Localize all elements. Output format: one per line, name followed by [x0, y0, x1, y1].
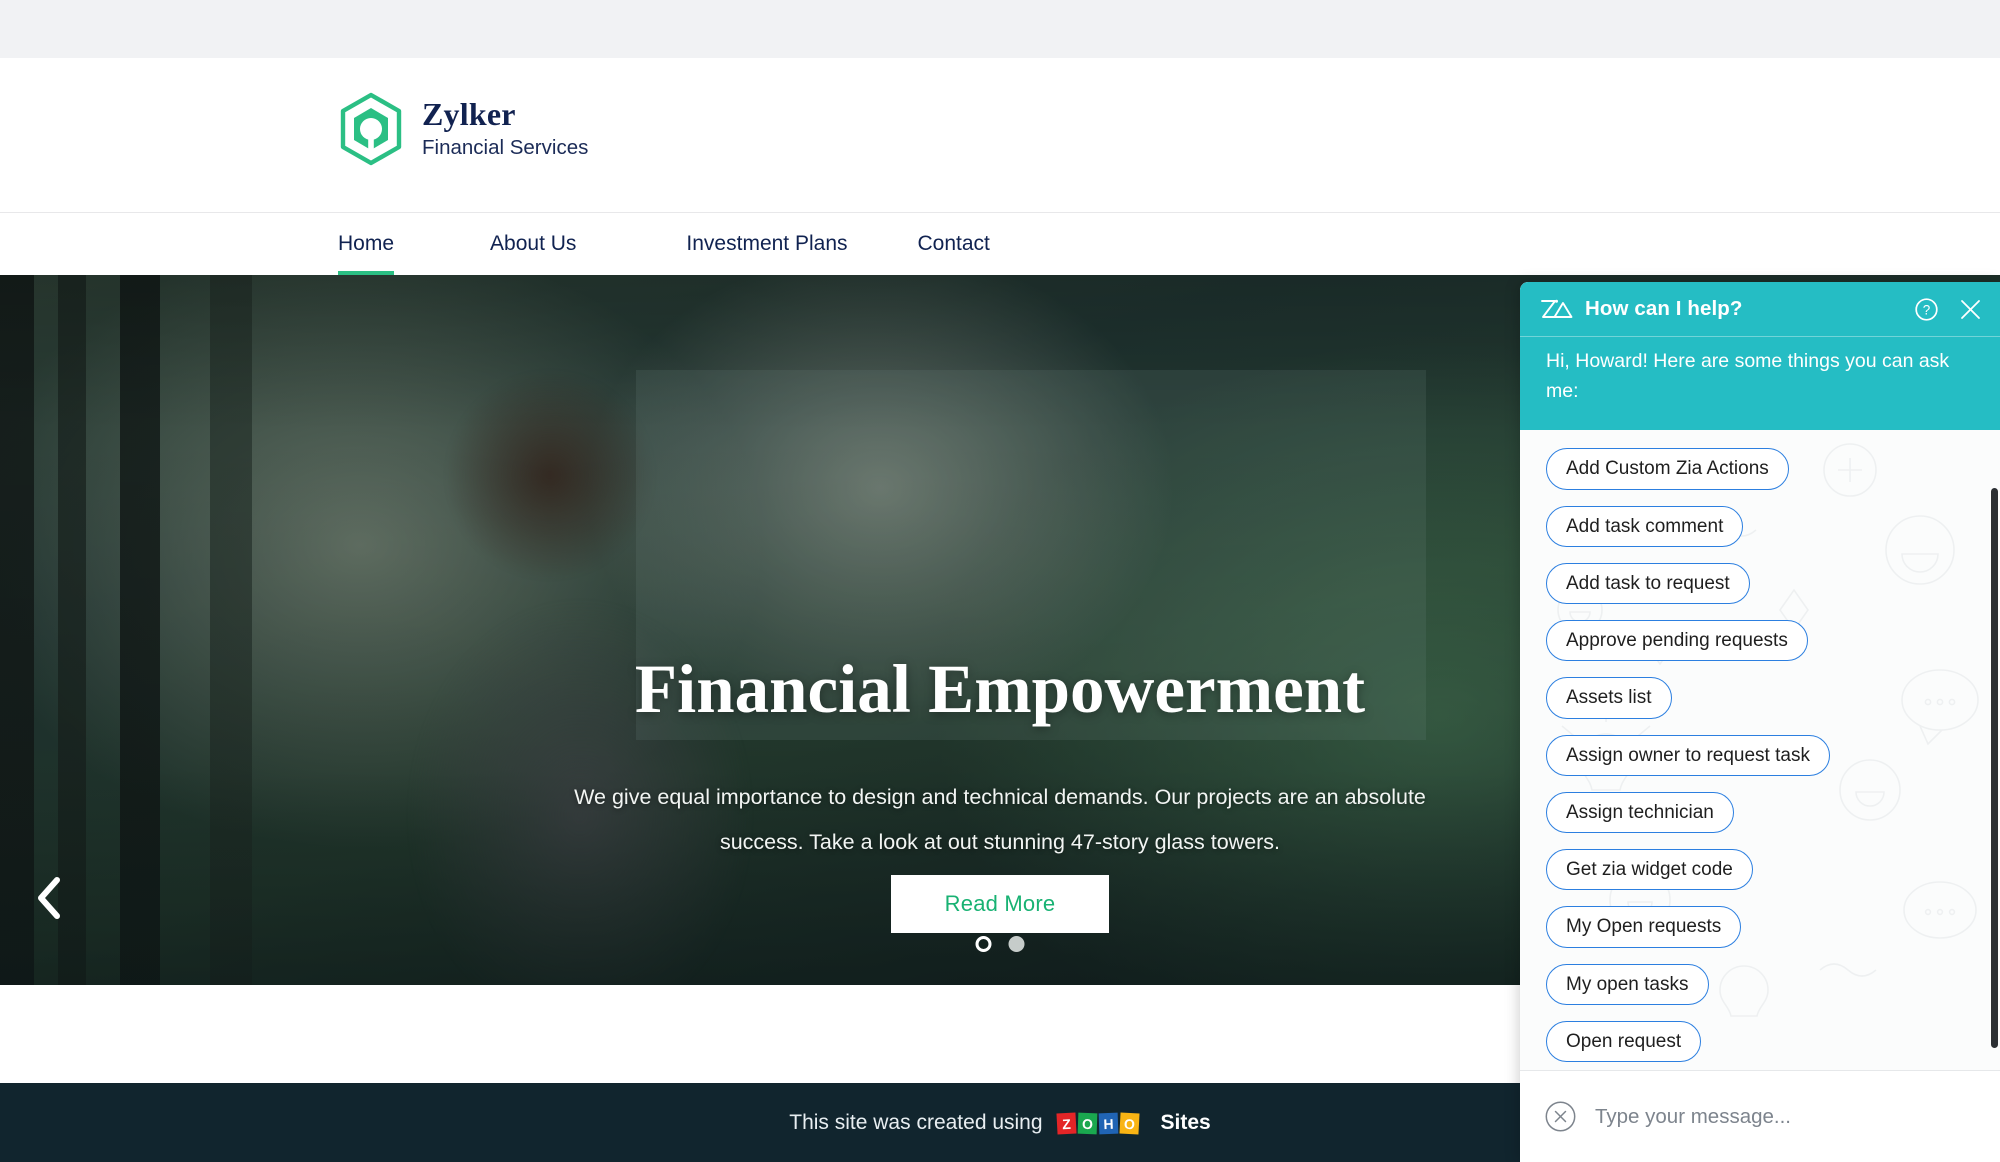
nav-item-about-us[interactable]: About Us [490, 213, 576, 275]
suggestion-chip[interactable]: Assign owner to request task [1546, 734, 1830, 776]
nav-list: Home About Us Investment Plans Contact [338, 213, 990, 276]
suggestion-chip-list: Add Custom Zia Actions Add task comment Ad… [1546, 448, 2000, 1063]
browser-top-strip [0, 0, 2000, 58]
suggestion-chip[interactable]: Add task to request [1546, 562, 1750, 605]
zoho-logo[interactable]: ZOHO [1056, 1112, 1140, 1135]
nav-item-label: Home [338, 232, 395, 255]
suggestion-chip[interactable]: My Open requests [1546, 906, 1742, 948]
question-circle-icon[interactable]: ? [1913, 296, 1940, 323]
nav-item-label: Contact [917, 232, 990, 255]
page-root: Zylker Financial Services Home About Us In… [0, 0, 2000, 1162]
chevron-left-icon [38, 877, 60, 919]
nav-item-label: About Us [490, 232, 577, 255]
nav-item-home[interactable]: Home [338, 213, 395, 276]
chat-greeting: Hi, Howard! Here are some things you can… [1520, 336, 2000, 431]
zoho-tile-3: H [1098, 1112, 1118, 1135]
zoho-tile-1: Z [1056, 1112, 1077, 1135]
chat-title: How can I help? [1585, 297, 1743, 320]
nav-item-investment-plans[interactable]: Investment Plans [686, 213, 847, 275]
brand-logo[interactable]: Zylker Financial Services [338, 92, 588, 166]
nav-item-label: Investment Plans [686, 232, 848, 255]
footer-text: This site was created using [789, 1110, 1043, 1134]
carousel-dot-2[interactable] [1008, 936, 1025, 952]
suggestion-chip[interactable]: Add Custom Zia Actions [1546, 448, 1789, 490]
chat-scrollbar-thumb[interactable] [1991, 488, 1998, 1049]
suggestion-chip[interactable]: Approve pending requests [1546, 620, 1808, 662]
zoho-product-name: Sites [1160, 1110, 1211, 1134]
chat-input-bar [1520, 1070, 2000, 1162]
brand-tagline: Financial Services [422, 135, 589, 159]
zia-logo-icon [1541, 299, 1573, 318]
carousel-dot-1[interactable] [975, 936, 992, 952]
hexagon-logo-icon [340, 92, 402, 166]
hero-title: Financial Empowerment [634, 651, 1366, 727]
suggestion-chip[interactable]: Get zia widget code [1546, 849, 1753, 891]
carousel-prev-button[interactable] [22, 871, 76, 925]
chat-scrollbar-track[interactable] [1991, 430, 1999, 1070]
chat-header-actions: ? [1913, 282, 1984, 336]
zia-chat-widget: How can I help? ? Hi, Howard! Here are s… [1520, 282, 2000, 1162]
chat-header: How can I help? ? [1520, 282, 2000, 336]
brand-name: Zylker [422, 95, 516, 132]
hero-subtitle: We give equal importance to design and t… [574, 785, 1426, 854]
suggestion-chip[interactable]: Assign technician [1546, 791, 1734, 834]
zoho-tile-4: O [1119, 1112, 1140, 1135]
svg-text:?: ? [1923, 302, 1931, 317]
suggestion-chip[interactable]: Open request [1546, 1020, 1702, 1063]
zoho-tile-2: O [1077, 1112, 1097, 1135]
read-more-button[interactable]: Read More [891, 875, 1109, 933]
nav-item-contact[interactable]: Contact [918, 213, 990, 275]
carousel-dots [975, 936, 1025, 952]
close-icon[interactable] [1957, 296, 1984, 323]
chat-message-input[interactable] [1595, 1104, 1976, 1129]
suggestion-chip[interactable]: My open tasks [1546, 963, 1709, 1005]
chat-suggestions-area: Add Custom Zia Actions Add task comment Ad… [1520, 430, 2000, 1070]
close-circle-icon[interactable] [1544, 1100, 1577, 1133]
suggestion-chip[interactable]: Assets list [1546, 677, 1672, 719]
suggestion-chip[interactable]: Add task comment [1546, 505, 1744, 547]
site-header: Zylker Financial Services [0, 58, 2000, 213]
main-navigation: Home About Us Investment Plans Contact [0, 213, 2000, 276]
